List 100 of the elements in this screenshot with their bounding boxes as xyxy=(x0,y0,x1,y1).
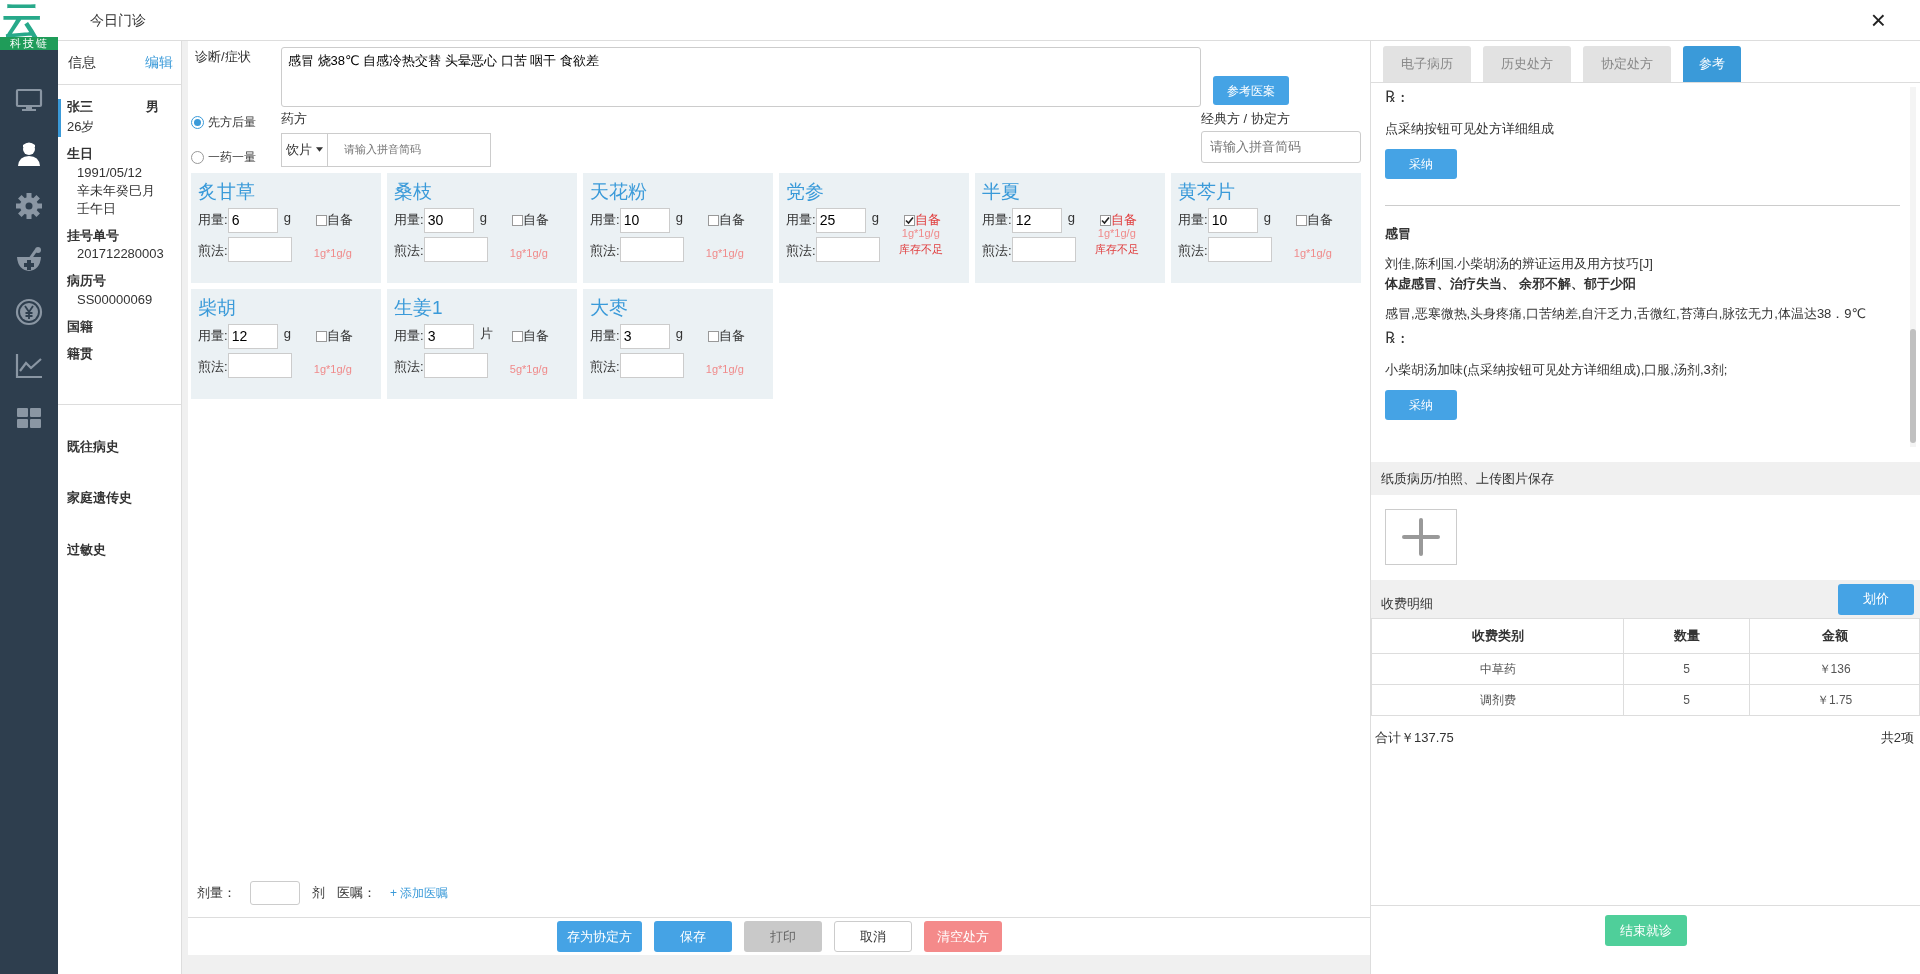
method-label: 煎法: xyxy=(198,241,228,260)
reference-text: 点采纳按钮可见处方详细组成 xyxy=(1385,120,1555,138)
method-label: 煎法: xyxy=(590,241,620,260)
reference-text: 感冒,恶寒微热,头身疼痛,口苦纳差,自汗乏力,舌微红,苔薄白,脉弦无力,体温达38．9℃ xyxy=(1385,304,1868,323)
history-label: 过敏史 xyxy=(67,540,107,559)
method-field[interactable] xyxy=(423,236,488,262)
mode-radio[interactable]: 先方后量 xyxy=(191,113,281,131)
dose-field[interactable]: 10 xyxy=(1207,207,1258,233)
dosage-unit: 剂 xyxy=(312,884,325,903)
dose-field[interactable]: 3 xyxy=(423,323,474,349)
dose-field[interactable]: 12 xyxy=(227,323,278,349)
dose-field[interactable]: 25 xyxy=(815,207,866,233)
method-label: 煎法: xyxy=(982,241,1012,260)
dosage-field[interactable] xyxy=(250,881,300,905)
herb-name: 炙甘草 xyxy=(198,179,256,204)
patient-gender: 男 xyxy=(146,98,159,116)
dosage-label: 剂量： xyxy=(197,884,236,903)
spec-text: 1g*1g/g xyxy=(313,361,352,377)
field-value: 辛未年癸巳月 xyxy=(76,181,156,200)
method-field[interactable] xyxy=(815,236,880,262)
field-label: 籍贯 xyxy=(67,345,94,363)
mode-radio[interactable]: 一药一量 xyxy=(191,148,281,166)
scrollbar-thumb[interactable] xyxy=(1910,329,1916,443)
column-header: 数量 xyxy=(1623,618,1750,654)
self-prepared-checkbox[interactable]: 自备 xyxy=(707,210,745,230)
herb-name: 天花粉 xyxy=(590,179,648,204)
item-count: 共2项 xyxy=(1880,729,1914,747)
method-field[interactable] xyxy=(619,352,684,378)
dose-field[interactable]: 12 xyxy=(1011,207,1062,233)
method-field[interactable] xyxy=(619,236,684,262)
dose-label: 用量: xyxy=(198,211,228,230)
self-prepared-checkbox[interactable]: 自备 xyxy=(707,326,745,346)
column-header: 金额 xyxy=(1749,618,1920,654)
method-field[interactable] xyxy=(1207,236,1272,262)
method-field[interactable] xyxy=(1011,236,1076,262)
stock-warning: 库存不足 xyxy=(898,242,943,257)
method-field[interactable] xyxy=(227,352,292,378)
spec-text: 1g*1g/g xyxy=(705,245,744,261)
rx-symbol: ℞ : xyxy=(1385,86,1407,108)
self-prepared-checkbox[interactable]: 自备 xyxy=(315,210,353,230)
method-label: 煎法: xyxy=(786,241,816,260)
unit-label: 片 xyxy=(479,325,494,344)
self-prepared-checkbox[interactable]: 自备 xyxy=(511,326,549,346)
column-header: 收费类别 xyxy=(1371,618,1624,654)
action-button[interactable]: 取消 xyxy=(833,921,912,952)
spec-text: 1g*1g/g xyxy=(313,245,352,261)
unit-label: g xyxy=(479,209,488,228)
classic-label: 经典方 / 协定方 xyxy=(1201,110,1291,128)
field-value: 1991/05/12 xyxy=(76,163,144,182)
spec-text: 1g*1g/g xyxy=(1293,245,1332,261)
method-label: 煎法: xyxy=(394,357,424,376)
unit-label: g xyxy=(283,325,292,344)
add-image-button[interactable] xyxy=(1385,509,1457,565)
table-cell: 中草药 xyxy=(1371,653,1624,685)
table-cell: 调剂费 xyxy=(1371,684,1624,716)
self-prepared-checkbox[interactable]: 自备 xyxy=(1295,210,1333,230)
self-prepared-checkbox[interactable]: 自备 xyxy=(315,326,353,346)
diagnosis-field[interactable]: 感冒 烧38℃ 自感冷热交替 头晕恶心 口苦 咽干 食欲差 xyxy=(281,47,1201,107)
dose-label: 用量: xyxy=(198,327,228,346)
section-title: 纸质病历/拍照、上传图片保存 xyxy=(1381,469,1554,488)
spec-text: 5g*1g/g xyxy=(509,361,548,377)
dose-field[interactable]: 3 xyxy=(619,323,670,349)
unit-label: g xyxy=(871,209,880,228)
herb-search-field[interactable]: 饮片 请输入拼音简码 xyxy=(281,132,491,167)
herb-name: 柴胡 xyxy=(198,295,237,320)
dose-label: 用量: xyxy=(1178,211,1208,230)
logo-subtitle: 科技链 xyxy=(0,37,58,50)
dose-label: 用量: xyxy=(982,211,1012,230)
herb-name: 党参 xyxy=(786,179,825,204)
field-label: 病历号 xyxy=(67,272,107,290)
herb-type-dropdown[interactable]: 饮片 xyxy=(286,139,312,160)
gear-icon[interactable] xyxy=(14,190,44,221)
field-label: 生日 xyxy=(67,145,94,163)
dose-field[interactable]: 10 xyxy=(619,207,670,233)
method-field[interactable] xyxy=(227,236,292,262)
section-title: 信息 xyxy=(68,53,96,72)
checkmark-icon xyxy=(904,215,914,225)
method-label: 煎法: xyxy=(198,357,228,376)
selection-indicator xyxy=(58,99,61,137)
self-prepared-checkbox[interactable]: 自备 xyxy=(511,210,549,230)
method-field[interactable] xyxy=(423,352,488,378)
yen-coin-icon[interactable] xyxy=(14,296,44,327)
herb-name: 黄芩片 xyxy=(1178,179,1236,204)
herb-name: 生姜1 xyxy=(394,295,444,320)
reference-text: 刘佳,陈利国.小柴胡汤的辨证运用及用方技巧[J] xyxy=(1385,254,1654,273)
dose-label: 用量: xyxy=(394,211,424,230)
dose-field[interactable]: 30 xyxy=(423,207,474,233)
dose-field[interactable]: 6 xyxy=(227,207,278,233)
plus-icon xyxy=(1401,517,1441,557)
table-cell: 5 xyxy=(1623,684,1750,716)
table-cell: ￥1.75 xyxy=(1749,684,1920,716)
reference-highlight: 体虚感冒、治疗失当、 余邪不解、郁于少阳 xyxy=(1385,274,1637,293)
section-title: 收费明细 xyxy=(1381,595,1433,614)
dose-label: 用量: xyxy=(590,211,620,230)
table-cell: 5 xyxy=(1623,653,1750,685)
close-button[interactable]: × xyxy=(1864,6,1892,34)
classic-search-field[interactable]: 请输入拼音简码 xyxy=(1201,130,1361,163)
prescription-label: 药方 xyxy=(281,110,308,128)
patient-name: 张三 xyxy=(67,98,93,116)
herb-name: 桑枝 xyxy=(394,179,433,204)
